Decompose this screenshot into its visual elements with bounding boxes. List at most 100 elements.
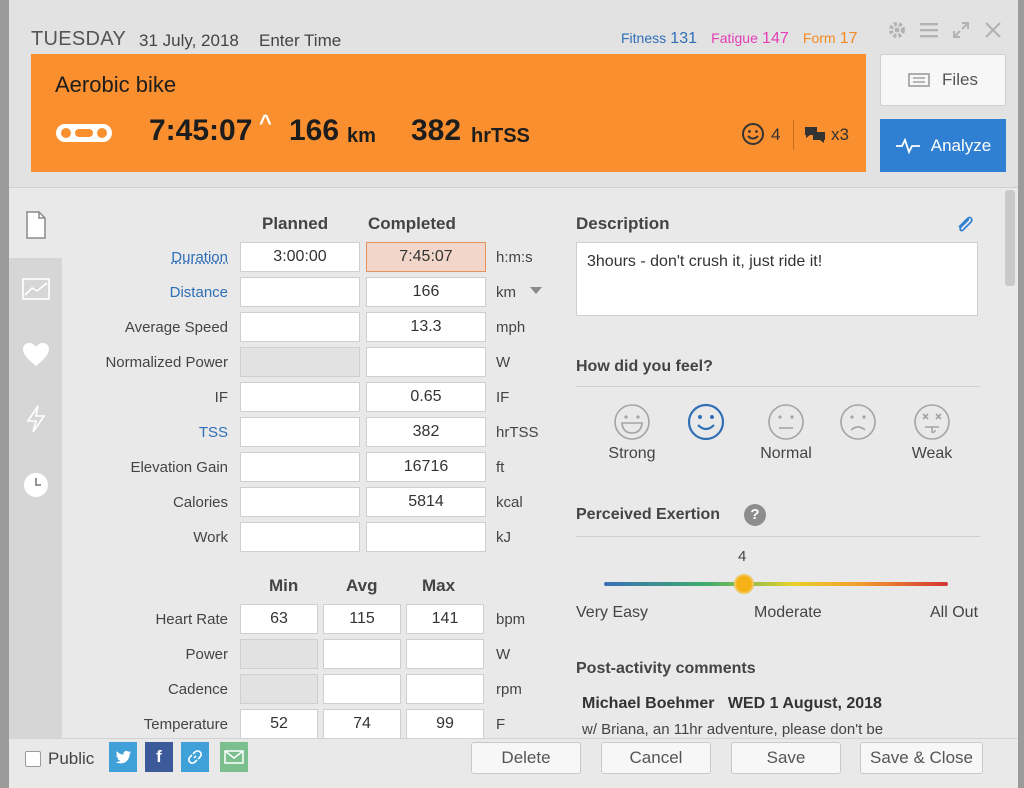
- label-duration[interactable]: Duration: [68, 249, 228, 266]
- unit-calories: kcal: [496, 494, 523, 511]
- planned-tss-input[interactable]: [240, 417, 360, 447]
- feel-option-normal[interactable]: Normal: [746, 445, 826, 463]
- close-icon[interactable]: [983, 20, 1003, 40]
- max-temperature-input[interactable]: 99: [406, 709, 484, 738]
- comment-date: WED 1 August, 2018: [727, 695, 882, 712]
- unit-tss: hrTSS: [496, 424, 539, 441]
- weak-face-icon[interactable]: [912, 402, 952, 442]
- planned-distance-input[interactable]: [240, 277, 360, 307]
- completed-normalized-power-input[interactable]: [366, 347, 486, 377]
- planned-normalized-power-input[interactable]: [240, 347, 360, 377]
- public-checkbox[interactable]: [25, 751, 41, 767]
- feel-option-weak[interactable]: Weak: [892, 445, 972, 463]
- fitness-metrics: Fitness 131 Fatigue 147 Form 17: [621, 30, 868, 48]
- facebook-icon[interactable]: f: [145, 742, 173, 772]
- clock-icon[interactable]: [21, 470, 51, 500]
- planned-duration-input[interactable]: 3:00:00: [240, 242, 360, 272]
- cancel-button[interactable]: Cancel: [601, 742, 711, 774]
- planned-elevation-gain-input[interactable]: [240, 452, 360, 482]
- workout-title[interactable]: Aerobic bike: [55, 72, 176, 98]
- good-face-icon[interactable]: [686, 402, 726, 442]
- completed-average-speed-input[interactable]: 13.3: [366, 312, 486, 342]
- sad-face-icon[interactable]: [838, 402, 878, 442]
- comments-icon[interactable]: [803, 124, 827, 144]
- avg-temperature-input[interactable]: 74: [323, 709, 401, 738]
- save-close-button[interactable]: Save & Close: [860, 742, 983, 774]
- delete-button[interactable]: Delete: [471, 742, 581, 774]
- waveform-icon: [895, 137, 920, 154]
- unit-distance[interactable]: km: [496, 284, 516, 301]
- gear-icon[interactable]: [887, 20, 907, 40]
- expand-icon[interactable]: [951, 20, 971, 40]
- description-input[interactable]: 3hours - don't crush it, just ride it!: [576, 242, 978, 316]
- fatigue-value: 147: [762, 30, 789, 47]
- scrollbar-thumb[interactable]: [1005, 190, 1015, 286]
- dialog-header: TUESDAY 31 July, 2018 Enter Time Fitness…: [9, 0, 1018, 188]
- twitter-icon[interactable]: [109, 742, 137, 772]
- heart-icon[interactable]: [21, 340, 51, 370]
- min-header: Min: [269, 576, 299, 595]
- chevron-down-icon[interactable]: [530, 287, 542, 294]
- max-heart-rate-input[interactable]: 141: [406, 604, 484, 634]
- banner-distance-unit: km: [347, 125, 376, 147]
- label-temperature: Temperature: [143, 716, 228, 733]
- label-average-speed: Average Speed: [124, 319, 228, 336]
- menu-icon[interactable]: [919, 20, 939, 40]
- analyze-button[interactable]: Analyze: [880, 119, 1006, 172]
- form-value: 17: [839, 30, 858, 47]
- post-activity-heading: Post-activity comments: [576, 660, 756, 677]
- completed-calories-input[interactable]: 5814: [366, 487, 486, 517]
- exertion-slider-track[interactable]: [604, 582, 948, 586]
- workout-dialog: TUESDAY 31 July, 2018 Enter Time Fitness…: [9, 0, 1018, 788]
- email-icon[interactable]: [220, 742, 248, 772]
- completed-work-input[interactable]: [366, 522, 486, 552]
- exertion-min-label: Very Easy: [576, 604, 649, 621]
- feel-heading: How did you feel?: [576, 358, 713, 375]
- min-temperature-input[interactable]: 52: [240, 709, 318, 738]
- label-distance[interactable]: Distance: [68, 284, 228, 301]
- save-button[interactable]: Save: [731, 742, 841, 774]
- min-cadence-input[interactable]: [240, 674, 318, 704]
- perceived-exertion-heading: Perceived Exertion: [576, 506, 721, 523]
- exertion-mid-label: Moderate: [754, 604, 822, 621]
- completed-elevation-gain-input[interactable]: 16716: [366, 452, 486, 482]
- avg-power-input[interactable]: [323, 639, 401, 669]
- workout-form: Planned Completed Duration 3:00:00 7:45:07…: [62, 188, 1002, 738]
- avg-heart-rate-input[interactable]: 115: [323, 604, 401, 634]
- planned-calories-input[interactable]: [240, 487, 360, 517]
- document-icon[interactable]: [21, 210, 51, 240]
- label-power: Power: [185, 646, 228, 663]
- min-heart-rate-input[interactable]: 63: [240, 604, 318, 634]
- max-cadence-input[interactable]: [406, 674, 484, 704]
- banner-distance: 166: [289, 114, 340, 147]
- completed-tss-input[interactable]: 382: [366, 417, 486, 447]
- paperclip-icon[interactable]: [954, 214, 976, 236]
- strong-face-icon[interactable]: [612, 402, 652, 442]
- label-cadence: Cadence: [167, 681, 228, 698]
- lightning-icon[interactable]: [21, 404, 51, 434]
- planned-work-input[interactable]: [240, 522, 360, 552]
- analyze-label: Analyze: [930, 135, 992, 155]
- comment-author: Michael Boehmer WED 1 August, 2018: [582, 695, 882, 713]
- files-button[interactable]: Files: [880, 54, 1006, 106]
- link-icon[interactable]: [181, 742, 209, 772]
- planned-average-speed-input[interactable]: [240, 312, 360, 342]
- smile-icon[interactable]: [741, 122, 765, 146]
- planned-if-input[interactable]: [240, 382, 360, 412]
- enter-time-link[interactable]: Enter Time: [259, 31, 341, 51]
- description-heading: Description: [576, 214, 670, 233]
- completed-duration-input[interactable]: 7:45:07: [366, 242, 486, 272]
- label-tss[interactable]: TSS: [68, 424, 228, 441]
- chart-icon[interactable]: [21, 274, 51, 304]
- max-power-input[interactable]: [406, 639, 484, 669]
- completed-distance-input[interactable]: 166: [366, 277, 486, 307]
- completed-if-input[interactable]: 0.65: [366, 382, 486, 412]
- caret-up-icon: ^: [259, 110, 272, 135]
- exertion-slider-thumb[interactable]: [734, 574, 754, 594]
- feel-option-strong[interactable]: Strong: [592, 445, 672, 463]
- min-power-input[interactable]: [240, 639, 318, 669]
- avg-cadence-input[interactable]: [323, 674, 401, 704]
- normal-face-icon[interactable]: [766, 402, 806, 442]
- label-heart-rate: Heart Rate: [155, 611, 228, 628]
- help-icon[interactable]: ?: [744, 504, 766, 526]
